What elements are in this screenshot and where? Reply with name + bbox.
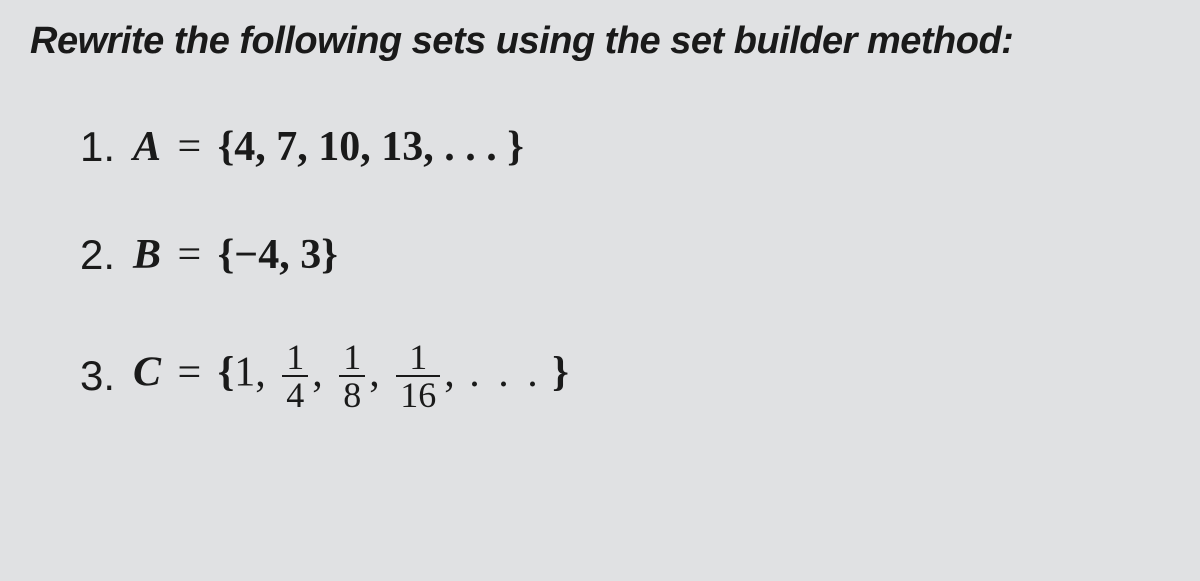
numerator: 1	[405, 339, 431, 375]
set-expression: A = {4, 7, 10, 13, . . . }	[133, 123, 524, 171]
open-brace: {	[218, 350, 235, 396]
set-expression: C = {1, 1 4 , 1 8 , 1 16 , . . . }	[133, 339, 569, 413]
denominator: 16	[396, 375, 440, 413]
fraction: 1 16	[396, 339, 440, 413]
item-number: 2.	[80, 231, 115, 279]
set-braces: {−4, 3}	[218, 232, 338, 278]
fraction: 1 4	[282, 339, 308, 413]
numerator: 1	[282, 339, 308, 375]
comma: ,	[255, 350, 266, 396]
set-expression: B = {−4, 3}	[133, 231, 338, 279]
comma: ,	[369, 350, 380, 396]
set-variable: B	[133, 232, 161, 278]
item-number: 3.	[80, 352, 115, 400]
problem-item-1: 1. A = {4, 7, 10, 13, . . . }	[80, 123, 1170, 171]
denominator: 8	[339, 375, 365, 413]
ellipsis: . . .	[469, 350, 542, 396]
close-brace: }	[552, 350, 569, 396]
set-variable: A	[133, 124, 161, 170]
instruction-heading: Rewrite the following sets using the set…	[30, 20, 1170, 63]
denominator: 4	[282, 375, 308, 413]
element-first: 1	[234, 350, 255, 396]
set-variable: C	[133, 350, 161, 396]
set-braces: {4, 7, 10, 13, . . . }	[218, 124, 524, 170]
equals-sign: =	[178, 124, 202, 170]
fraction: 1 8	[339, 339, 365, 413]
numerator: 1	[339, 339, 365, 375]
comma: ,	[444, 350, 455, 396]
problem-item-2: 2. B = {−4, 3}	[80, 231, 1170, 279]
equals-sign: =	[178, 350, 202, 396]
problem-item-3: 3. C = {1, 1 4 , 1 8 , 1 16 , . . . }	[80, 339, 1170, 413]
comma: ,	[312, 350, 323, 396]
item-number: 1.	[80, 123, 115, 171]
equals-sign: =	[178, 232, 202, 278]
